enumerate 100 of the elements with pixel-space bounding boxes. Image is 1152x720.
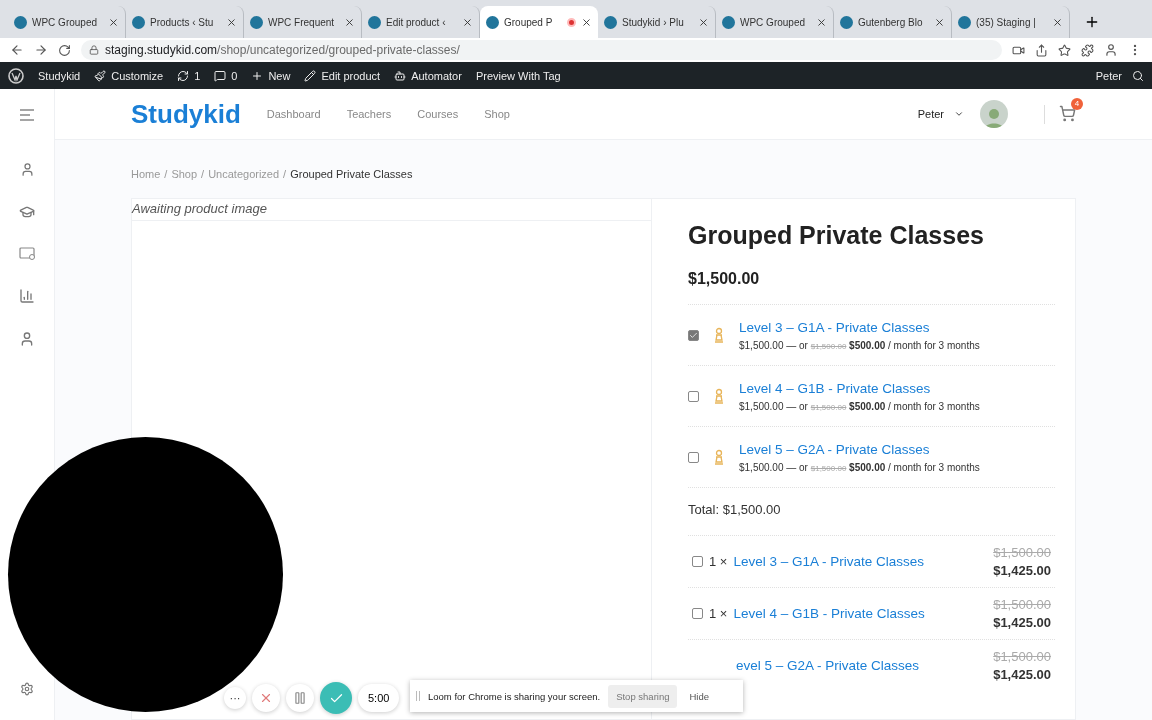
product-link[interactable]: Level 4 – G1B - Private Classes bbox=[739, 380, 980, 396]
share-icon[interactable] bbox=[1035, 43, 1048, 57]
total-text: Total: $1,500.00 bbox=[688, 487, 1055, 535]
breadcrumb-separator: / bbox=[201, 168, 205, 180]
browser-tab[interactable]: Grouped P bbox=[480, 6, 598, 38]
favicon-icon bbox=[14, 15, 27, 29]
reload-icon[interactable] bbox=[58, 43, 71, 57]
close-icon[interactable] bbox=[1052, 16, 1063, 28]
close-icon[interactable] bbox=[698, 16, 709, 28]
product-link[interactable]: Level 4 – G1B - Private Classes bbox=[733, 606, 925, 621]
close-icon bbox=[259, 691, 273, 705]
bundle-price: $1,425.00 bbox=[993, 615, 1051, 630]
nav-link[interactable]: Shop bbox=[484, 108, 510, 120]
close-icon[interactable] bbox=[344, 16, 355, 28]
product-title: Grouped Private Classes bbox=[688, 221, 985, 250]
old-price: $1,500.00 bbox=[993, 545, 1051, 560]
preview-link[interactable]: Preview With Tag bbox=[475, 69, 561, 82]
trophy-icon bbox=[713, 327, 725, 343]
wordpress-icon[interactable] bbox=[8, 67, 24, 84]
product-link[interactable]: Level 3 – G1A - Private Classes bbox=[739, 319, 980, 335]
nav-link[interactable]: Dashboard bbox=[266, 108, 321, 120]
user-list-icon[interactable] bbox=[19, 331, 35, 347]
trophy-icon bbox=[713, 449, 725, 465]
stop-sharing-button[interactable]: Stop sharing bbox=[608, 684, 678, 708]
breadcrumb-separator: / bbox=[283, 168, 287, 180]
brush-icon bbox=[94, 69, 107, 82]
new-link[interactable]: New bbox=[251, 69, 291, 82]
price-terms: $1,500.00 — or $1,500.00 $500.00 / month for 3 months bbox=[739, 339, 980, 351]
product-link[interactable]: Level 3 – G1A - Private Classes bbox=[733, 554, 925, 569]
cart-icon[interactable] bbox=[1059, 104, 1076, 122]
quantity-text: 1 × bbox=[709, 554, 728, 569]
drag-handle[interactable] bbox=[416, 691, 420, 701]
breadcrumb-current: Grouped Private Classes bbox=[290, 168, 413, 180]
admin-user[interactable]: Peter bbox=[1095, 69, 1122, 82]
product-link[interactable]: evel 5 – G2A - Private Classes bbox=[736, 658, 920, 673]
favicon-icon bbox=[486, 15, 499, 29]
profile-icon[interactable] bbox=[1104, 43, 1118, 57]
checkbox[interactable] bbox=[688, 329, 699, 341]
new-tab-icon[interactable] bbox=[1084, 14, 1100, 30]
old-price: $1,500.00 bbox=[993, 649, 1051, 664]
address-bar[interactable]: staging.studykid.com/shop/uncategorized/grouped-private-classes/ bbox=[81, 40, 1002, 60]
product-price: $1,500.00 bbox=[688, 270, 761, 288]
comments-link[interactable]: 0 bbox=[214, 69, 238, 82]
site-link[interactable]: Studykid bbox=[38, 69, 81, 82]
automator-link[interactable]: Automator bbox=[394, 69, 462, 82]
lock-icon bbox=[89, 45, 99, 55]
cart-count: 4 bbox=[1071, 97, 1083, 110]
certificate-icon[interactable] bbox=[18, 247, 36, 261]
pencil-icon bbox=[304, 69, 317, 82]
checkbox[interactable] bbox=[688, 390, 699, 402]
graduation-cap-icon[interactable] bbox=[19, 204, 35, 220]
check-icon bbox=[689, 330, 698, 340]
updates-link[interactable]: 1 bbox=[177, 69, 201, 82]
refresh-icon bbox=[177, 69, 190, 82]
price-terms: $1,500.00 — or $1,500.00 $500.00 / month for 3 months bbox=[739, 400, 980, 412]
customize-link[interactable]: Customize bbox=[94, 69, 164, 82]
quantity-text: 1 × bbox=[709, 606, 728, 621]
settings-icon[interactable] bbox=[20, 682, 34, 696]
sharing-message: Loom for Chrome is sharing your screen. bbox=[428, 690, 601, 702]
trophy-icon bbox=[713, 388, 725, 404]
comment-icon bbox=[214, 69, 227, 82]
url-text: staging.studykid.com/shop/uncategorized/grouped-private-classes/ bbox=[105, 43, 460, 57]
favicon-icon bbox=[132, 15, 145, 29]
favicon-icon bbox=[250, 15, 263, 29]
robot-icon bbox=[394, 69, 407, 82]
favicon-icon bbox=[604, 15, 617, 29]
user-icon[interactable] bbox=[19, 162, 35, 177]
forward-icon[interactable] bbox=[34, 43, 48, 57]
checkbox[interactable] bbox=[692, 608, 703, 619]
checkbox[interactable] bbox=[688, 451, 699, 463]
price-terms: $1,500.00 — or $1,500.00 $500.00 / month for 3 months bbox=[739, 461, 980, 473]
close-icon[interactable] bbox=[816, 16, 827, 28]
close-icon[interactable] bbox=[226, 16, 237, 28]
bar-chart-icon[interactable] bbox=[19, 288, 35, 304]
product-link[interactable]: Level 5 – G2A - Private Classes bbox=[739, 441, 980, 457]
bundle-price: $1,425.00 bbox=[993, 667, 1051, 682]
close-icon[interactable] bbox=[581, 16, 592, 28]
edit-product-link[interactable]: Edit product bbox=[304, 69, 381, 82]
hide-button[interactable]: Hide bbox=[685, 690, 714, 702]
bookmark-icon[interactable] bbox=[1058, 43, 1071, 57]
search-icon[interactable] bbox=[1132, 69, 1144, 82]
pause-icon bbox=[293, 691, 307, 705]
image-alt-text: Awaiting product image bbox=[132, 199, 651, 221]
favicon-icon bbox=[368, 15, 381, 29]
avatar[interactable] bbox=[980, 100, 1008, 128]
bundle-price: $1,425.00 bbox=[993, 563, 1051, 578]
close-icon[interactable] bbox=[462, 16, 473, 28]
close-icon[interactable] bbox=[108, 16, 119, 28]
favicon-icon bbox=[958, 15, 971, 29]
nav-link[interactable]: Courses bbox=[417, 108, 459, 120]
back-icon[interactable] bbox=[10, 43, 24, 57]
favicon-icon bbox=[722, 15, 735, 29]
checkbox[interactable] bbox=[692, 556, 703, 567]
nav-link[interactable]: Teachers bbox=[346, 108, 392, 120]
close-icon[interactable] bbox=[934, 16, 945, 28]
user-name[interactable]: Peter bbox=[917, 108, 944, 120]
site-logo[interactable]: Studykid bbox=[131, 98, 241, 130]
chevron-down-icon[interactable] bbox=[954, 109, 964, 119]
old-price: $1,500.00 bbox=[993, 597, 1051, 612]
extensions-icon[interactable] bbox=[1081, 43, 1094, 57]
